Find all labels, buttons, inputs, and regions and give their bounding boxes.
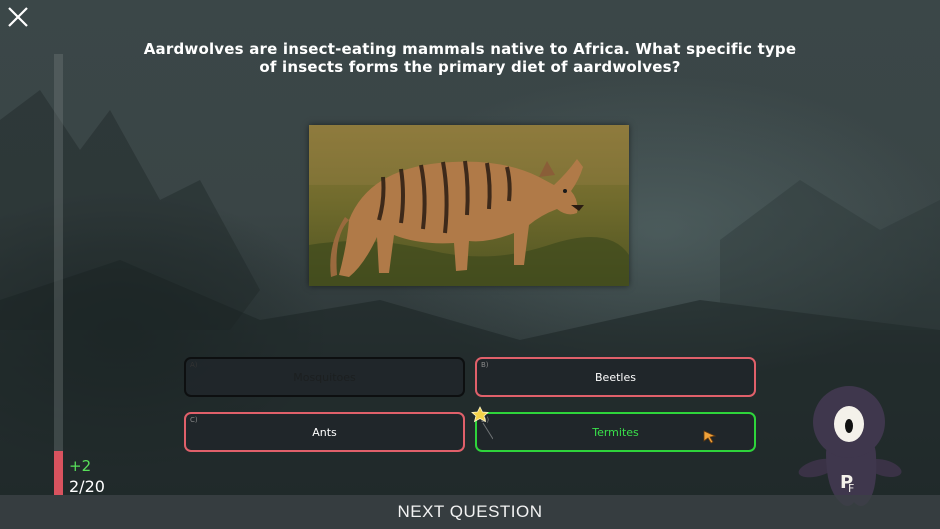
answer-c-button[interactable]: C) Ants xyxy=(184,412,465,452)
close-icon xyxy=(8,7,28,27)
progress-bar xyxy=(54,54,63,495)
answer-a-label: Mosquitoes xyxy=(293,370,356,384)
star-icon xyxy=(471,406,493,440)
question-image xyxy=(309,125,629,286)
answer-c-label: Ants xyxy=(312,425,337,439)
answer-c-letter: C) xyxy=(190,416,198,424)
answer-a-button[interactable]: A) Mosquitoes xyxy=(184,357,465,397)
answer-b-letter: B) xyxy=(481,361,489,369)
answer-a-letter: A) xyxy=(190,361,198,369)
question-counter: 2/20 xyxy=(69,477,105,496)
answer-b-button[interactable]: B) Beetles xyxy=(475,357,756,397)
next-question-button[interactable]: NEXT QUESTION xyxy=(0,495,940,529)
answer-d-label: Termites xyxy=(592,425,639,439)
score-gain: +2 xyxy=(69,457,92,475)
svg-text:F: F xyxy=(848,482,854,495)
close-button[interactable] xyxy=(6,5,30,29)
question-text: Aardwolves are insect-eating mammals nat… xyxy=(143,40,797,76)
cursor-icon xyxy=(703,430,717,444)
progress-fill xyxy=(54,450,63,495)
answer-b-label: Beetles xyxy=(595,370,636,384)
aardwolf-image xyxy=(309,125,629,286)
